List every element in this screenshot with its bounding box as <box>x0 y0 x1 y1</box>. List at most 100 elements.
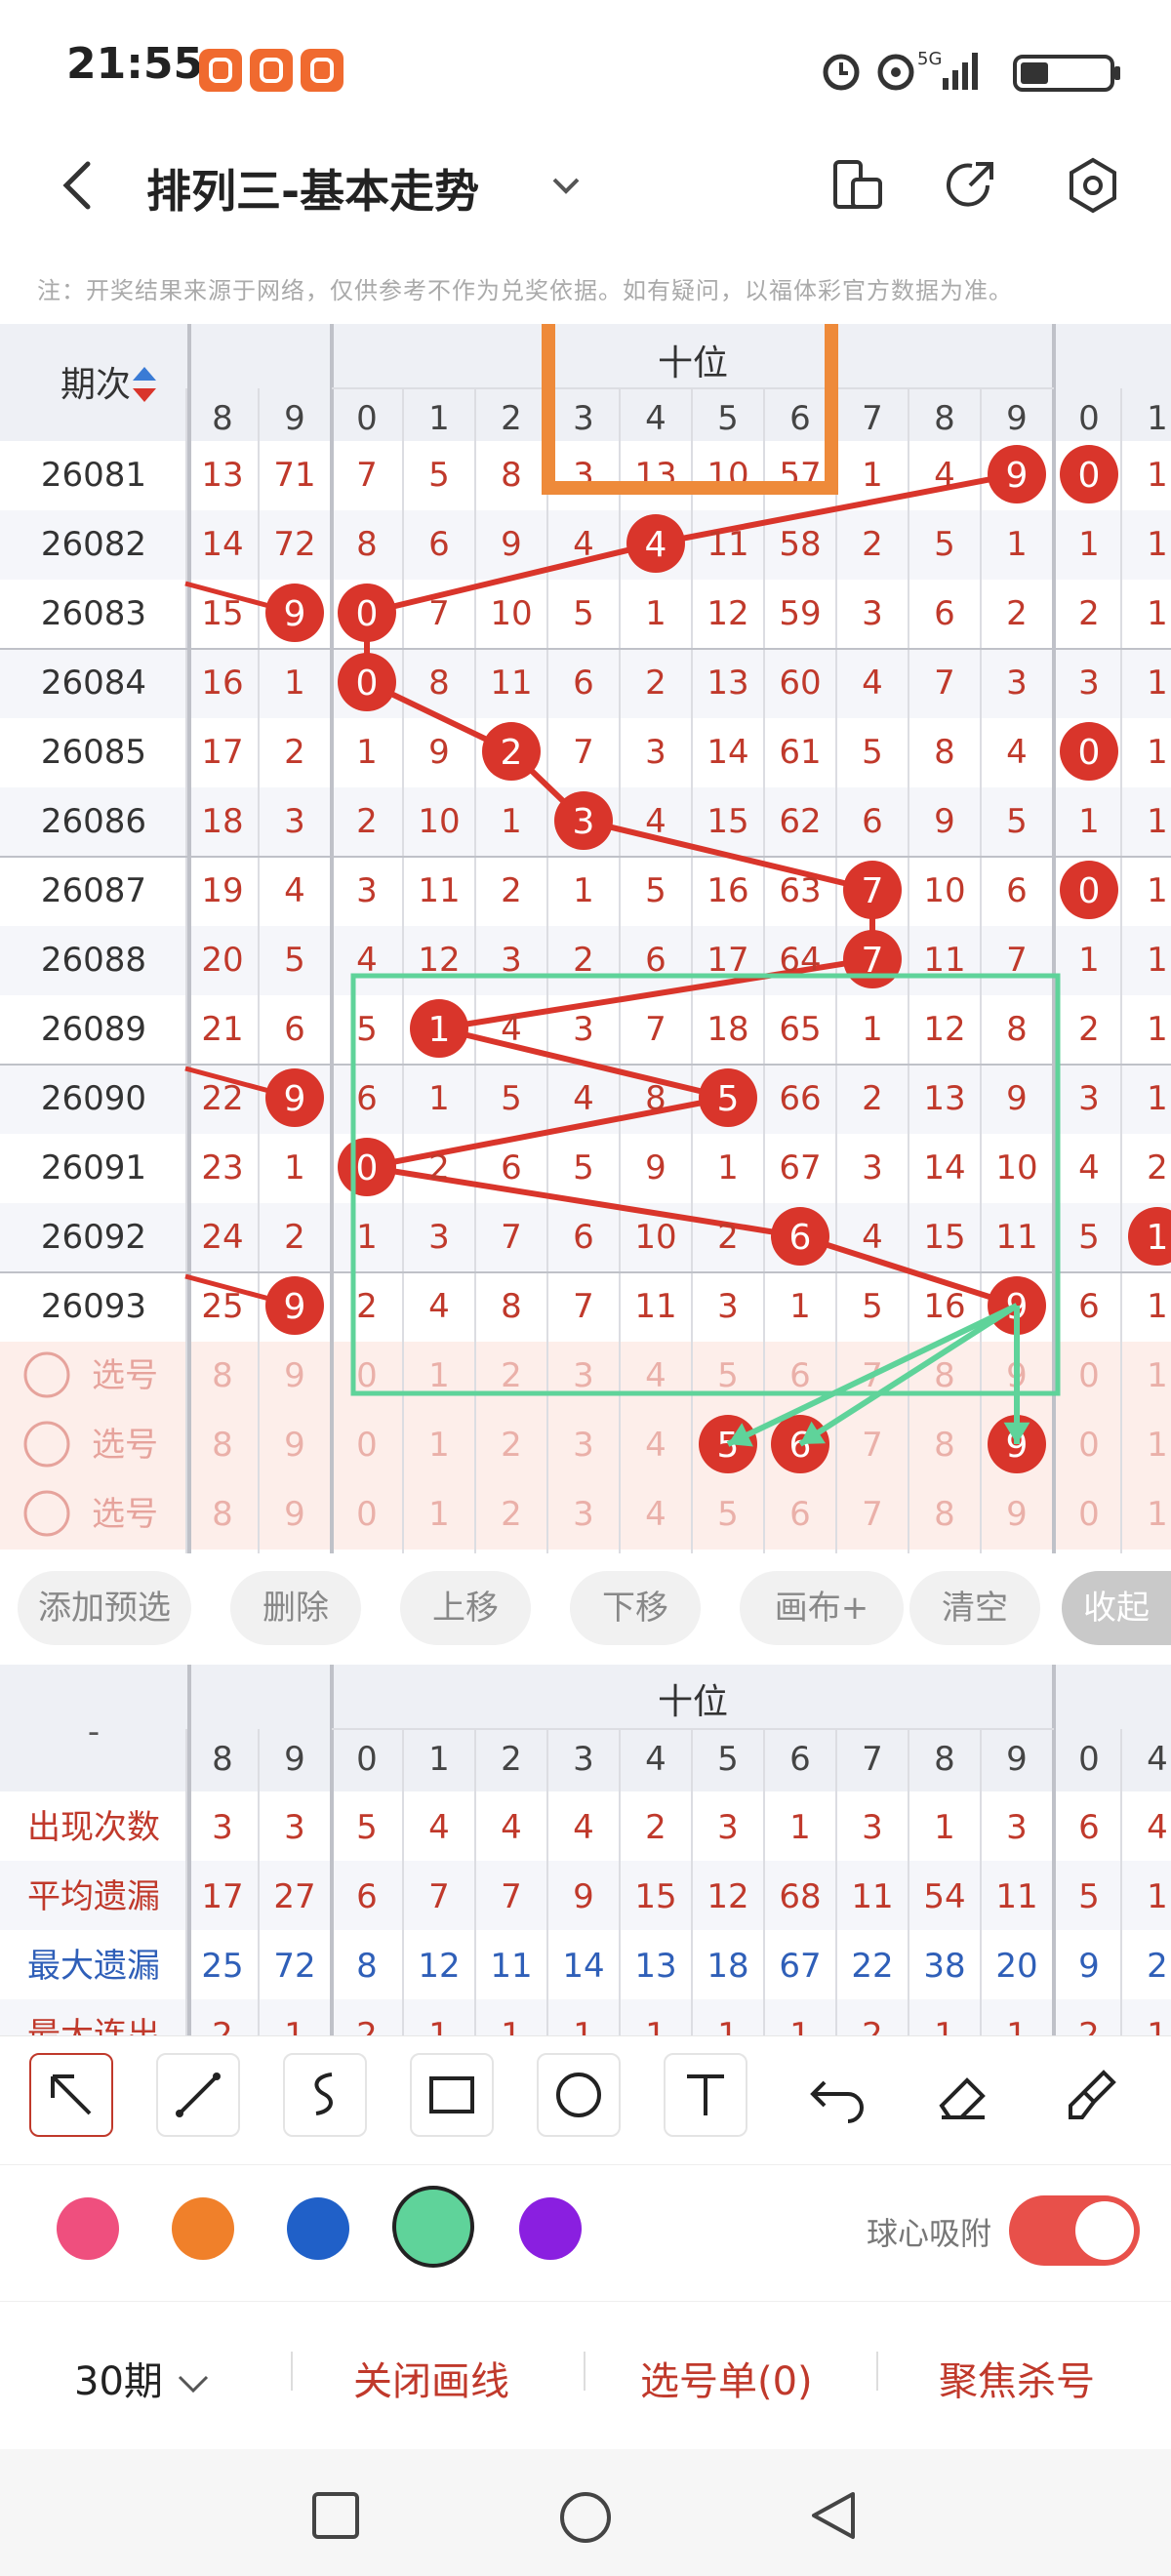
hit-number: 9 <box>284 594 306 634</box>
miss-count: 1 <box>1147 664 1168 703</box>
column-label: 8 <box>212 399 233 438</box>
stats-cell: 18 <box>707 1947 748 1986</box>
miss-count: 9 <box>428 733 450 772</box>
pick-cell: 0 <box>1078 1426 1100 1465</box>
settings-icon[interactable] <box>1064 156 1122 215</box>
arrow-tool[interactable] <box>29 2053 113 2137</box>
circle-tool[interactable] <box>537 2053 621 2137</box>
chevron-down-icon[interactable] <box>546 166 586 205</box>
pick-list-button[interactable]: 选号单(0) <box>640 2350 813 2406</box>
miss-count: 8 <box>428 664 450 703</box>
column-label: 7 <box>862 1740 883 1779</box>
trend-table: 期次 十位 8 9 0 1 2 3 4 5 6 7 8 9 0 1 26081 13 71 7 5 8 3 13 10 57 1 4 9… <box>0 324 1171 1553</box>
clear-button[interactable]: 清空 <box>909 1571 1040 1645</box>
eraser-icon[interactable] <box>922 2053 1006 2137</box>
pick-cell: 0 <box>356 1495 378 1534</box>
column-label: 9 <box>1006 399 1028 438</box>
column-label: 4 <box>645 1740 666 1779</box>
line-tool[interactable] <box>156 2053 240 2137</box>
miss-count: 15 <box>923 1218 965 1257</box>
miss-count: 2 <box>284 733 305 772</box>
stats-cell: 9 <box>1078 1947 1100 1986</box>
miss-count: 13 <box>201 456 243 495</box>
undo-icon[interactable] <box>795 2053 879 2137</box>
miss-count: 1 <box>1147 871 1168 910</box>
recent-apps-icon[interactable] <box>308 2488 363 2543</box>
column-label: 0 <box>356 1740 378 1779</box>
stats-cell: 1 <box>284 2016 305 2035</box>
stats-cell: 1 <box>1006 2016 1028 2035</box>
miss-count: 9 <box>1006 1079 1028 1118</box>
period-cell: 26087 <box>41 871 146 910</box>
hotspot-icon <box>877 54 914 91</box>
miss-count: 2 <box>862 525 883 564</box>
color-green-swatch-selected[interactable] <box>392 2186 474 2268</box>
miss-count: 7 <box>573 733 594 772</box>
period-cell: 26093 <box>41 1287 146 1326</box>
stats-cell: 8 <box>356 1947 378 1986</box>
rotate-screen-icon[interactable] <box>828 156 886 215</box>
pick-cell: 8 <box>934 1495 955 1534</box>
text-tool[interactable] <box>664 2053 747 2137</box>
period-select[interactable]: 30期 <box>74 2350 211 2406</box>
move-down-button[interactable]: 下移 <box>570 1571 701 1645</box>
pick-label: 选号 <box>92 1495 158 1534</box>
miss-count: 11 <box>707 525 748 564</box>
column-label: 1 <box>1147 399 1168 438</box>
share-icon[interactable] <box>943 156 1001 215</box>
home-icon[interactable] <box>556 2488 615 2547</box>
period-cell: 26081 <box>41 456 146 495</box>
pick-cell: 8 <box>212 1426 233 1465</box>
hit-number: 4 <box>645 525 667 565</box>
network-label: 5G <box>917 49 942 69</box>
miss-count: 1 <box>1147 733 1168 772</box>
stats-cell: 3 <box>212 1808 233 1847</box>
delete-button[interactable]: 删除 <box>230 1571 361 1645</box>
pick-cell: 8 <box>212 1356 233 1395</box>
stats-cell: 7 <box>501 1877 522 1916</box>
miss-count: 1 <box>1147 941 1168 980</box>
collapse-button[interactable]: 收起 <box>1062 1571 1171 1645</box>
app-notification-icon <box>199 49 242 92</box>
back-nav-icon[interactable] <box>806 2488 861 2543</box>
miss-count: 6 <box>428 525 450 564</box>
miss-count: 12 <box>923 1010 965 1049</box>
miss-count: 10 <box>995 1148 1037 1187</box>
stats-cell: 2 <box>862 2016 883 2035</box>
color-purple-swatch[interactable] <box>519 2197 582 2260</box>
miss-count: 1 <box>1078 802 1100 841</box>
brush-icon[interactable] <box>1049 2053 1133 2137</box>
miss-count: 61 <box>779 733 821 772</box>
column-label: 2 <box>501 399 522 438</box>
close-draw-button[interactable]: 关闭画线 <box>353 2350 509 2406</box>
hit-number: 0 <box>356 664 379 704</box>
miss-count: 5 <box>862 1287 883 1326</box>
back-arrow-icon[interactable] <box>51 156 109 215</box>
color-blue-swatch[interactable] <box>287 2197 349 2260</box>
focus-kill-button[interactable]: 聚焦杀号 <box>939 2350 1095 2406</box>
canvas-add-button[interactable]: 画布+ <box>740 1571 904 1645</box>
add-preselect-button[interactable]: 添加预选 <box>18 1571 191 1645</box>
miss-count: 11 <box>418 871 460 910</box>
miss-count: 1 <box>1147 802 1168 841</box>
color-orange-swatch[interactable] <box>172 2197 234 2260</box>
miss-count: 4 <box>862 1218 883 1257</box>
rect-tool[interactable] <box>410 2053 494 2137</box>
miss-count: 2 <box>428 1148 450 1187</box>
pick-cell: 1 <box>428 1426 450 1465</box>
miss-count: 15 <box>201 594 243 633</box>
pick-cell: 0 <box>1078 1356 1100 1395</box>
column-label: 0 <box>1078 399 1100 438</box>
hit-number: 0 <box>356 594 379 634</box>
miss-count: 10 <box>490 594 532 633</box>
pick-cell: 9 <box>284 1356 305 1395</box>
period-cell: 26092 <box>41 1218 146 1257</box>
miss-count: 6 <box>356 1079 378 1118</box>
color-pink-swatch[interactable] <box>57 2197 119 2260</box>
snap-toggle[interactable] <box>1009 2195 1140 2266</box>
pick-cell: 1 <box>1147 1495 1168 1534</box>
miss-count: 6 <box>1078 1287 1100 1326</box>
pick-cell: 3 <box>573 1426 594 1465</box>
move-up-button[interactable]: 上移 <box>400 1571 531 1645</box>
freehand-tool[interactable] <box>283 2053 367 2137</box>
